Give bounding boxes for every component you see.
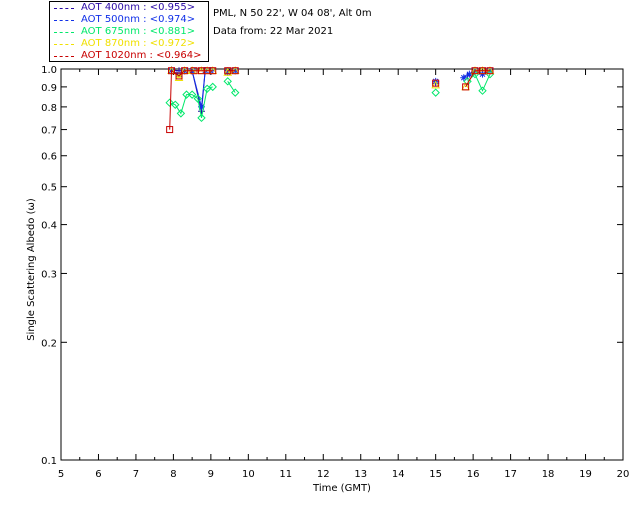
legend-label: AOT 1020nm : <0.964> [81,50,202,61]
x-tick-label: 6 [95,469,101,480]
site-info: PML, N 50 22', W 04 08', Alt 0m [213,8,372,19]
legend-label: AOT 870nm : <0.972> [81,38,196,49]
x-tick-label: 12 [317,469,330,480]
legend-swatch [54,20,74,21]
x-tick-label: 7 [133,469,139,480]
x-tick-label: 11 [279,469,292,480]
y-tick-label: 0.1 [41,456,57,467]
y-axis-label: Single Scattering Albedo (ω) [26,198,37,341]
y-tick-label: 0.9 [41,83,57,94]
y-tick-label: 1.0 [41,65,57,76]
legend-entry: AOT 400nm : <0.955> [50,2,208,14]
x-tick-label: 20 [617,469,630,480]
y-tick-label: 0.4 [41,221,57,232]
chart: 5 6 7 8 9 10 11 12 13 14 15 16 17 18 19 20 1.0 0.9 0.8 0.7 0… [26,65,630,494]
x-tick-label: 5 [58,469,64,480]
y-tick-label: 0.5 [41,183,57,194]
y-tick-label: 0.3 [41,269,57,280]
legend-swatch [54,44,74,45]
date-info: Data from: 22 Mar 2021 [213,26,334,37]
x-tick-label: 19 [579,469,592,480]
legend: AOT 400nm : <0.955> AOT 500nm : <0.974> AO… [49,1,209,62]
y-tick-label: 0.7 [41,126,57,137]
x-tick-label: 17 [504,469,517,480]
series [165,69,495,123]
x-axis-label: Time (GMT) [312,483,371,494]
y-tick-label: 0.2 [41,338,57,349]
data-point [431,88,440,97]
x-tick-label: 18 [542,469,555,480]
series-line [467,73,491,92]
legend-swatch [54,56,74,57]
legend-entry: AOT 1020nm : <0.964> [50,50,208,62]
x-tick-label: 9 [208,469,214,480]
legend-label: AOT 675nm : <0.881> [81,26,196,37]
data-point [460,74,468,82]
series [166,67,494,134]
y-tick-label: 0.6 [41,152,57,163]
x-tick-label: 13 [354,469,367,480]
x-tick-label: 10 [242,469,255,480]
legend-swatch [54,8,74,9]
x-tick-label: 14 [392,469,405,480]
legend-entry: AOT 675nm : <0.881> [50,26,208,38]
legend-entry: AOT 500nm : <0.974> [50,14,208,26]
data-point [231,88,240,97]
legend-label: AOT 400nm : <0.955> [81,2,196,13]
legend-swatch [54,32,74,33]
x-tick-label: 8 [170,469,176,480]
legend-label: AOT 500nm : <0.974> [81,14,196,25]
legend-entry: AOT 870nm : <0.972> [50,38,208,50]
x-tick-label: 15 [429,469,442,480]
plot-frame [60,68,624,461]
y-tick-label: 0.8 [41,103,57,114]
x-tick-label: 16 [467,469,480,480]
series [167,66,495,91]
